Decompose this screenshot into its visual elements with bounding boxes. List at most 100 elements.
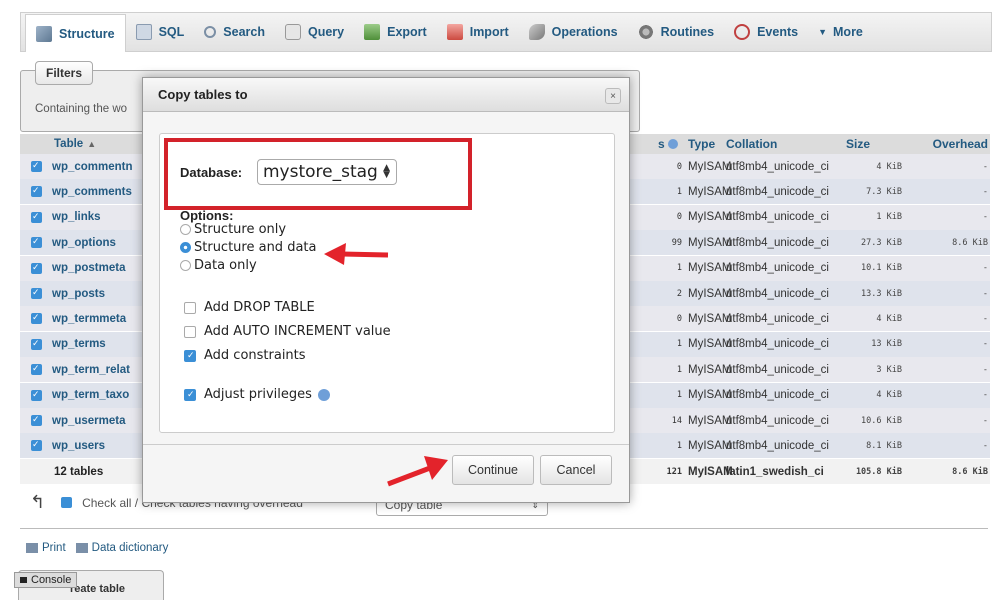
row-checkbox[interactable]	[31, 211, 42, 223]
tab-more[interactable]: ▼ More	[808, 15, 873, 49]
row-size[interactable]: 27.3 KiB	[840, 238, 902, 248]
tab-more-label: More	[833, 25, 863, 39]
copy-tables-dialog: Copy tables to × Database: mystore_stag …	[142, 77, 630, 503]
database-select[interactable]: mystore_stag ▲ ▼	[257, 159, 397, 185]
footer-overhead: 8.6 KiB	[952, 466, 988, 477]
row-checkbox[interactable]	[31, 414, 42, 426]
row-size[interactable]: 13.3 KiB	[840, 289, 902, 299]
row-overhead: -	[982, 313, 988, 324]
continue-button[interactable]: Continue	[452, 455, 534, 485]
adjust-privileges-label: Adjust privileges	[204, 387, 312, 402]
row-count: 0	[676, 313, 682, 324]
sql-icon	[135, 24, 152, 40]
checkbox-add-constraints[interactable]: Add constraints	[184, 348, 306, 363]
main-tab-bar: Structure SQL Search Query Export Import…	[20, 12, 992, 52]
row-size[interactable]: 10.1 KiB	[840, 263, 902, 273]
row-size[interactable]: 3 KiB	[840, 365, 902, 375]
tab-import[interactable]: Import	[437, 15, 519, 49]
tab-routines[interactable]: Routines	[628, 15, 724, 49]
printer-icon	[26, 543, 38, 553]
row-size[interactable]: 10.6 KiB	[840, 416, 902, 426]
dialog-title-bar[interactable]: Copy tables to	[143, 78, 629, 112]
close-icon[interactable]: ×	[605, 88, 621, 104]
row-count: 1	[676, 263, 682, 274]
routines-icon	[637, 24, 654, 40]
col-header-type[interactable]: Type	[688, 137, 715, 151]
checkbox-add-drop-table[interactable]: Add DROP TABLE	[184, 300, 315, 315]
console-toggle[interactable]: Console	[14, 572, 78, 588]
tab-query[interactable]: Query	[275, 15, 354, 49]
col-header-overhead[interactable]: Overhead	[908, 137, 988, 151]
radio-button[interactable]	[180, 224, 191, 235]
row-checkbox[interactable]	[31, 262, 42, 274]
row-size[interactable]: 8.1 KiB	[840, 441, 902, 451]
row-size[interactable]: 4 KiB	[840, 390, 902, 400]
col-header-table[interactable]: Table ▲	[54, 138, 96, 150]
radio-button-selected[interactable]	[180, 242, 191, 253]
arrow-shaft	[341, 251, 389, 258]
row-collation: utf8mb4_unicode_ci	[726, 211, 829, 224]
radio-structure-and-data[interactable]: Structure and data	[180, 240, 316, 255]
row-size[interactable]: 7.3 KiB	[840, 187, 902, 197]
arrow-up-left-icon: ↰	[30, 492, 46, 512]
divider	[20, 528, 988, 529]
help-icon[interactable]	[668, 139, 678, 149]
check-all-checkbox[interactable]	[61, 497, 73, 508]
print-link[interactable]: Print	[42, 542, 66, 554]
checkbox-add-auto-increment[interactable]: Add AUTO INCREMENT value	[184, 324, 391, 339]
col-header-collation[interactable]: Collation	[726, 137, 777, 151]
row-checkbox[interactable]	[31, 389, 42, 401]
row-size[interactable]: 4 KiB	[840, 314, 902, 324]
row-checkbox[interactable]	[31, 160, 42, 172]
row-overhead: -	[982, 339, 988, 350]
radio-structure-only[interactable]: Structure only	[180, 222, 286, 237]
checkbox[interactable]	[184, 325, 196, 338]
row-checkbox[interactable]	[31, 185, 42, 198]
row-count: 2	[676, 288, 682, 299]
row-checkbox[interactable]	[31, 439, 42, 452]
checkbox-adjust-privileges[interactable]: Adjust privileges	[184, 387, 330, 402]
tab-operations[interactable]: Operations	[519, 15, 628, 49]
row-size[interactable]: 1 KiB	[840, 212, 902, 222]
row-size[interactable]: 13 KiB	[840, 339, 902, 349]
row-collation: utf8mb4_unicode_ci	[726, 439, 829, 452]
tab-export[interactable]: Export	[354, 15, 437, 49]
col-header-size[interactable]: Size	[846, 137, 908, 151]
checkbox-checked[interactable]	[184, 388, 196, 401]
tab-sql-label: SQL	[158, 25, 185, 39]
row-type: MyISAM	[688, 338, 732, 351]
row-count: 1	[676, 390, 682, 401]
footer-size: 105.8 KiB	[855, 466, 902, 477]
tab-search[interactable]: Search	[194, 15, 275, 49]
dialog-form: Database: mystore_stag ▲ ▼ Options: Struc…	[159, 133, 615, 433]
radio-data-only[interactable]: Data only	[180, 258, 257, 273]
col-header-rows[interactable]: s	[638, 137, 682, 151]
tab-sql[interactable]: SQL	[126, 15, 195, 49]
dialog-title: Copy tables to	[158, 87, 248, 102]
radio-structure-and-data-label: Structure and data	[194, 240, 317, 255]
row-overhead: 8.6 KiB	[952, 237, 988, 248]
row-checkbox[interactable]	[31, 363, 42, 376]
dialog-footer-divider	[143, 444, 629, 445]
row-checkbox[interactable]	[31, 312, 42, 325]
select-spinner-icon: ▲ ▼	[383, 163, 390, 180]
row-checkbox[interactable]	[31, 236, 42, 249]
tab-events[interactable]: Events	[724, 15, 808, 49]
tab-structure[interactable]: Structure	[25, 14, 126, 52]
events-icon	[734, 24, 751, 40]
row-size[interactable]: 4 KiB	[840, 162, 902, 172]
row-overhead: -	[982, 212, 988, 223]
cancel-button[interactable]: Cancel	[540, 455, 612, 485]
checkbox[interactable]	[184, 301, 196, 314]
radio-button[interactable]	[180, 260, 191, 271]
checkbox-checked[interactable]	[184, 349, 196, 362]
tab-import-label: Import	[469, 25, 509, 39]
data-dictionary-link[interactable]: Data dictionary	[92, 542, 169, 554]
help-icon[interactable]	[317, 388, 330, 401]
phpmyadmin-app: Structure SQL Search Query Export Import…	[0, 0, 1000, 600]
row-checkbox[interactable]	[31, 287, 42, 299]
tab-events-label: Events	[757, 25, 799, 39]
sort-asc-icon: ▲	[87, 139, 97, 149]
row-collation: utf8mb4_unicode_ci	[726, 262, 829, 275]
row-checkbox[interactable]	[31, 338, 42, 350]
